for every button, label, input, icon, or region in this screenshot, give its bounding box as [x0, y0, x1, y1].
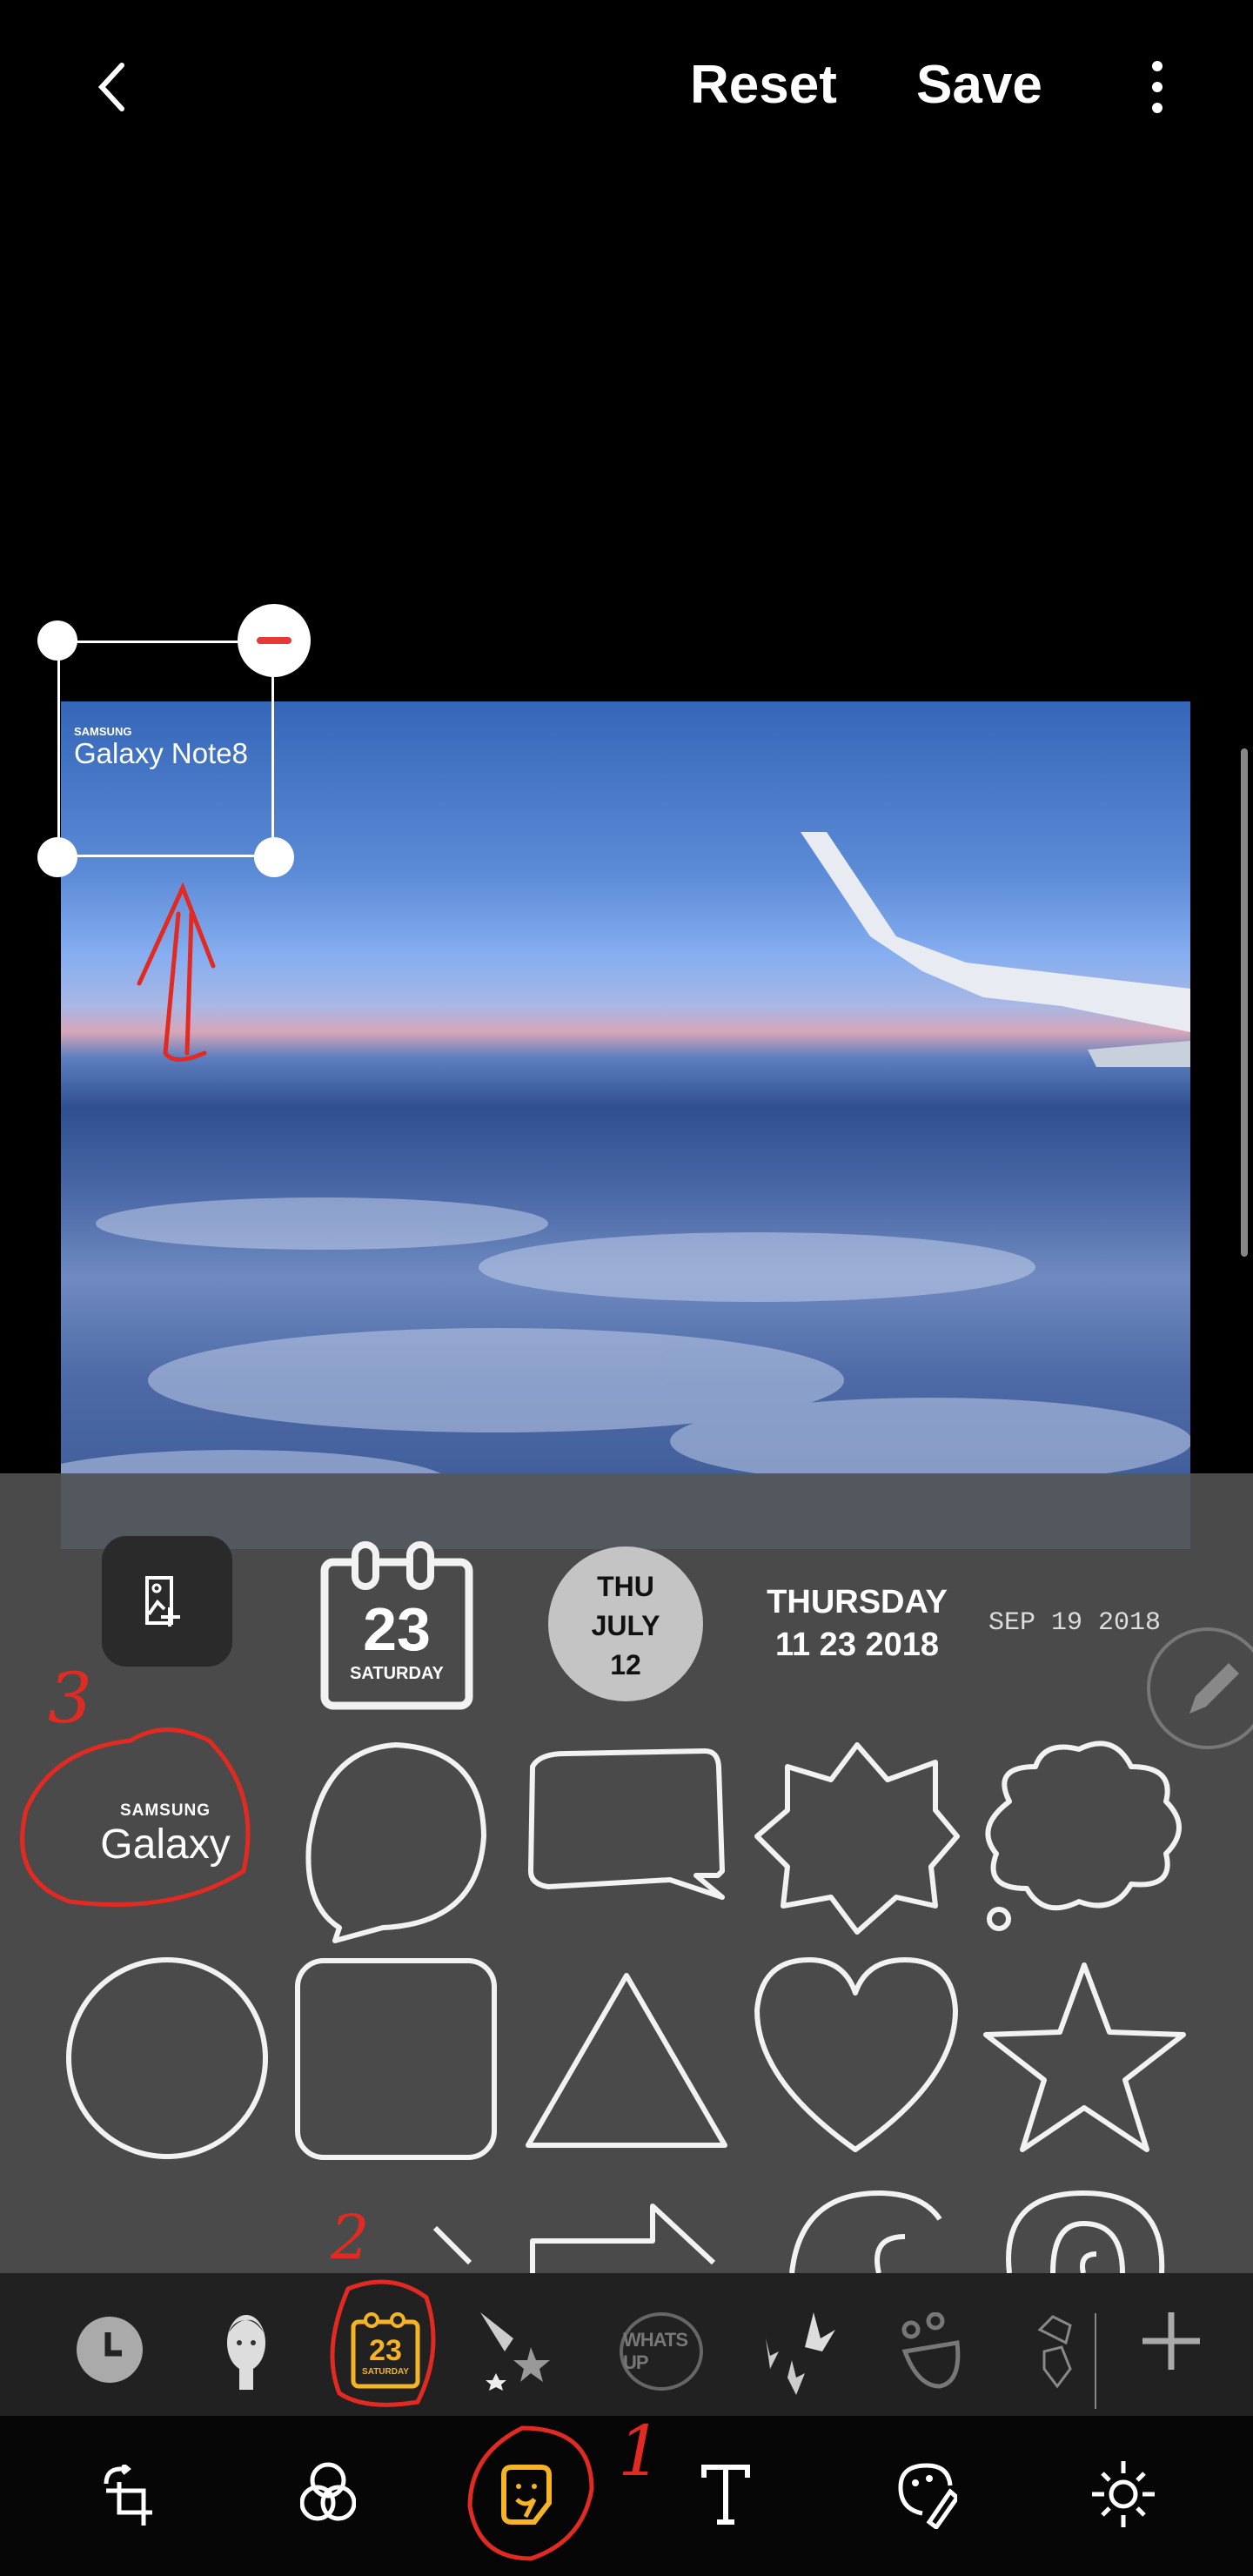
scrollbar[interactable]: [1241, 748, 1248, 1257]
resize-handle[interactable]: [254, 837, 294, 877]
tool-text[interactable]: [701, 2465, 750, 2526]
reset-button[interactable]: Reset: [690, 54, 837, 116]
sticker-calendar[interactable]: 23 SATURDAY: [320, 1540, 473, 1710]
remove-sticker-button[interactable]: [238, 604, 311, 677]
category-avatar[interactable]: [222, 2308, 271, 2390]
spiral-sticker[interactable]: [789, 2190, 942, 2273]
sticker-icon: [501, 2465, 552, 2525]
annotation-number-3: 3: [48, 1658, 92, 1739]
tool-transform[interactable]: [102, 2463, 154, 2526]
tool-filters[interactable]: [299, 2461, 357, 2522]
category-leaves[interactable]: [753, 2312, 840, 2395]
chevron-left-icon: [97, 63, 124, 111]
category-divider: [1095, 2313, 1096, 2409]
crop-rotate-icon: [104, 2463, 152, 2526]
category-add-button[interactable]: [1142, 2312, 1200, 2370]
annotation-number-1: 1: [618, 2411, 662, 2492]
resize-handle[interactable]: [37, 837, 77, 877]
star-sticker[interactable]: [983, 1962, 1186, 2152]
watermark-model: Galaxy Note8: [74, 737, 248, 769]
triangle-sticker[interactable]: [526, 1973, 727, 2148]
face-icon: [901, 2311, 961, 2389]
tool-draw[interactable]: [896, 2461, 961, 2531]
more-options-button[interactable]: [1140, 59, 1175, 115]
more-vertical-icon: [1152, 61, 1163, 113]
filter-icon: [299, 2462, 357, 2521]
spiral-circle-sticker[interactable]: [1006, 2190, 1165, 2273]
image-add-icon: [145, 1576, 180, 1627]
burst-sticker[interactable]: [754, 1742, 960, 1935]
minus-circle-icon: [257, 637, 291, 644]
circle-sticker[interactable]: [66, 1957, 268, 2159]
circle-date-weekday: THU: [597, 1571, 654, 1602]
save-button[interactable]: Save: [916, 54, 1042, 116]
shape-stickers: [66, 1741, 1186, 2273]
category-date[interactable]: 23 SATURDAY: [351, 2310, 420, 2390]
add-image-sticker-button[interactable]: [102, 1536, 232, 1667]
category-recent[interactable]: [77, 2317, 143, 2383]
long-date-line2: 11 23 2018: [774, 1627, 940, 1663]
calendar-weekday: SATURDAY: [350, 1664, 444, 1683]
sticker-category-bar: 23 SATURDAY WHATS UP: [0, 2273, 1253, 2416]
thought-cloud-sticker[interactable]: [985, 1741, 1182, 1911]
calendar-day: 23: [363, 1595, 431, 1663]
whats-up-icon: WHATS UP: [623, 2329, 688, 2373]
plus-icon: [1142, 2312, 1200, 2370]
shooting-star-icon: [480, 2312, 550, 2391]
clock-icon: [104, 2332, 122, 2357]
sticker-long-date[interactable]: THURSDAY 11 23 2018: [766, 1584, 948, 1664]
resize-handle[interactable]: [37, 621, 77, 661]
leaves-icon: [766, 2312, 835, 2395]
rounded-square-sticker[interactable]: [295, 1958, 497, 2160]
tool-stickers[interactable]: [499, 2465, 553, 2526]
avatar-icon: [227, 2315, 265, 2390]
sticker-mono-date[interactable]: SEP 19 2018: [988, 1608, 1161, 1638]
speech-bubble-round-sticker[interactable]: [305, 1742, 486, 1943]
text-icon: [701, 2465, 750, 2525]
sticker-circle-date[interactable]: THU JULY 12: [548, 1546, 703, 1701]
speech-bubble-rect-sticker[interactable]: [528, 1748, 725, 1900]
back-button[interactable]: [83, 57, 144, 117]
tool-adjust[interactable]: [1092, 2459, 1155, 2529]
long-date-line1: THURSDAY: [767, 1584, 948, 1620]
airplane-wing: [801, 832, 1190, 1032]
selected-sticker[interactable]: SAMSUNG Galaxy Note8: [57, 641, 274, 857]
watermark-brand: SAMSUNG: [74, 725, 132, 738]
circle-date-month: JULY: [591, 1610, 660, 1641]
edit-stickers-button[interactable]: [1147, 1627, 1253, 1749]
circle-date-day: 12: [610, 1649, 641, 1680]
annotation-number-2: 2: [331, 2202, 370, 2273]
category-face[interactable]: [901, 2311, 970, 2391]
category-shooting-star[interactable]: [479, 2312, 557, 2391]
category-whats-up[interactable]: WHATS UP: [620, 2312, 703, 2391]
heart-sticker[interactable]: [754, 1957, 958, 2152]
category-date-day: 23: [369, 2334, 402, 2367]
arrow-sticker[interactable]: [432, 2204, 716, 2273]
gem-icon: [1037, 2315, 1072, 2389]
category-date-weekday: SATURDAY: [362, 2367, 409, 2377]
brightness-icon: [1092, 2461, 1155, 2527]
palette-icon: [898, 2463, 961, 2531]
category-gems[interactable]: [1035, 2312, 1079, 2391]
